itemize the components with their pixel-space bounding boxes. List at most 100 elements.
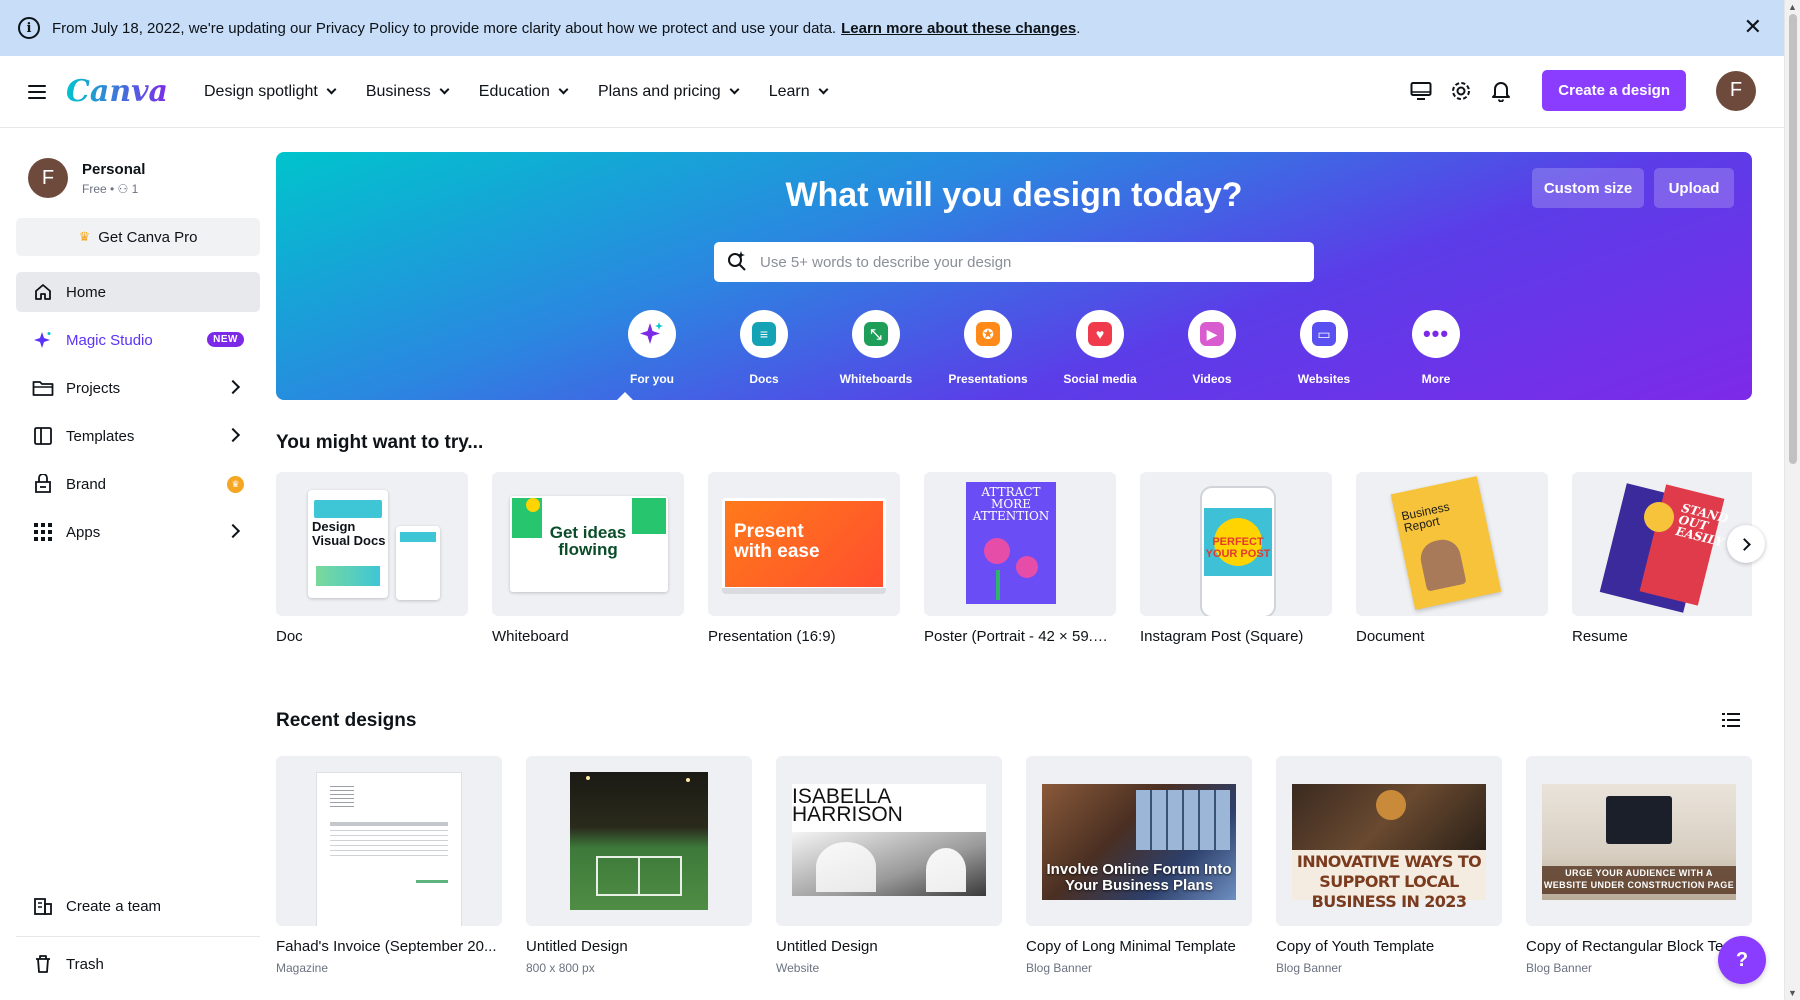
- recent-design-title: Untitled Design: [776, 938, 878, 955]
- try-card-resume[interactable]: STAND OUT EASILY Resume: [1572, 472, 1752, 645]
- create-design-button[interactable]: Create a design: [1542, 70, 1686, 111]
- trash-button[interactable]: Trash: [16, 944, 260, 984]
- menu-education[interactable]: Education: [479, 83, 569, 101]
- design-categories: For you ≡ Docs ⤡ Whiteboards ✪ Presentat…: [596, 310, 1492, 386]
- learn-more-link[interactable]: Learn more about these changes: [841, 20, 1076, 37]
- try-card-document[interactable]: Business Report Document: [1356, 472, 1548, 645]
- category-for-you[interactable]: For you: [596, 310, 708, 386]
- folder-icon: [32, 377, 54, 399]
- try-carousel: Design Visual Docs Doc Get ideas flowing…: [276, 472, 1752, 662]
- try-card-label: Doc: [276, 628, 303, 645]
- category-videos[interactable]: ▶ Videos: [1156, 310, 1268, 386]
- whiteboard-icon: ⤡: [864, 322, 888, 346]
- sidebar-item-label: Brand: [66, 475, 107, 493]
- notifications-bell-icon[interactable]: [1488, 78, 1514, 104]
- menu-learn[interactable]: Learn: [769, 83, 829, 101]
- category-presentations[interactable]: ✪ Presentations: [932, 310, 1044, 386]
- main-menu: Design spotlight Business Education Plan…: [204, 82, 829, 101]
- templates-icon: [32, 425, 54, 447]
- selected-category-indicator: [616, 392, 634, 401]
- team-building-icon: [32, 895, 54, 917]
- list-view-icon[interactable]: [1722, 712, 1740, 733]
- menu-label: Design spotlight: [204, 82, 318, 100]
- menu-icon[interactable]: [28, 84, 46, 99]
- help-button[interactable]: ?: [1718, 936, 1766, 984]
- try-card-doc[interactable]: Design Visual Docs Doc: [276, 472, 468, 645]
- scroll-up-icon[interactable]: ▲: [1788, 2, 1797, 12]
- upload-button[interactable]: Upload: [1654, 168, 1734, 208]
- chevron-down-icon: [729, 84, 740, 95]
- scroll-down-icon[interactable]: ▼: [1788, 988, 1797, 998]
- sidebar-item-magic-studio[interactable]: Magic Studio NEW: [16, 320, 260, 360]
- try-card-presentation[interactable]: Present with ease Presentation (16:9): [708, 472, 900, 645]
- vertical-scrollbar[interactable]: ▲ ▼: [1784, 0, 1800, 1000]
- magic-search-icon: [726, 249, 748, 276]
- menu-design-spotlight[interactable]: Design spotlight: [204, 82, 337, 101]
- recent-design-card[interactable]: INNOVATIVE WAYS TO SUPPORT LOCAL BUSINES…: [1276, 756, 1502, 975]
- category-more[interactable]: ••• More: [1380, 310, 1492, 386]
- category-label: For you: [630, 372, 674, 386]
- try-card-label: Document: [1356, 628, 1425, 645]
- sidebar-item-home[interactable]: Home: [16, 272, 260, 312]
- account-switcher[interactable]: F Personal Free • ⚇ 1: [28, 158, 145, 198]
- sidebar-item-projects[interactable]: Projects: [16, 368, 260, 408]
- chevron-right-icon: [1737, 537, 1751, 551]
- category-icon-bg: ⤡: [852, 310, 900, 358]
- presentation-thumbnail: Present with ease: [708, 472, 900, 616]
- top-navigation: Canva Design spotlight Business Educatio…: [0, 56, 1784, 128]
- recent-design-card[interactable]: Involve Online Forum Into Your Business …: [1026, 756, 1252, 975]
- crown-icon: ♛: [227, 476, 244, 493]
- category-whiteboards[interactable]: ⤡ Whiteboards: [820, 310, 932, 386]
- recent-design-card[interactable]: Untitled Design 800 x 800 px: [526, 756, 752, 975]
- recent-design-type: 800 x 800 px: [526, 961, 595, 975]
- close-icon[interactable]: ✕: [1744, 16, 1762, 38]
- hero-banner: What will you design today? Custom size …: [276, 152, 1752, 401]
- category-label: Videos: [1192, 372, 1232, 386]
- account-plan: Free • ⚇ 1: [82, 181, 139, 196]
- menu-label: Business: [365, 82, 431, 100]
- document-thumbnail: Business Report: [1356, 472, 1548, 616]
- recent-design-card[interactable]: Fahad's Invoice (September 20... Magazin…: [276, 756, 502, 975]
- recent-design-title: Copy of Long Minimal Template: [1026, 938, 1236, 955]
- custom-size-button[interactable]: Custom size: [1532, 168, 1644, 208]
- menu-plans-pricing[interactable]: Plans and pricing: [598, 83, 740, 101]
- category-icon-bg: [628, 310, 676, 358]
- sidebar-item-templates[interactable]: Templates: [16, 416, 260, 456]
- category-social-media[interactable]: ♥ Social media: [1044, 310, 1156, 386]
- create-team-button[interactable]: Create a team: [16, 886, 260, 926]
- recent-design-card[interactable]: URGE YOUR AUDIENCE WITH A WEBSITE UNDER …: [1526, 756, 1752, 975]
- get-canva-pro-button[interactable]: ♛ Get Canva Pro: [16, 218, 260, 256]
- desktop-app-icon[interactable]: [1408, 78, 1434, 104]
- try-card-whiteboard[interactable]: Get ideas flowing Whiteboard: [492, 472, 684, 645]
- category-websites[interactable]: ▭ Websites: [1268, 310, 1380, 386]
- menu-business[interactable]: Business: [365, 82, 450, 101]
- try-card-instagram[interactable]: PERFECT YOUR POST Instagram Post (Square…: [1140, 472, 1332, 645]
- presentation-icon: ✪: [976, 322, 1000, 346]
- category-icon-bg: ♥: [1076, 310, 1124, 358]
- canva-logo[interactable]: Canva: [66, 74, 168, 109]
- try-card-poster[interactable]: ATTRACT MORE ATTENTION Poster (Portrait …: [924, 472, 1116, 645]
- sidebar-item-apps[interactable]: Apps: [16, 512, 260, 552]
- nav-actions: Create a design F: [1408, 70, 1756, 111]
- sidebar-divider: [16, 936, 260, 937]
- design-search-input[interactable]: Use 5+ words to describe your design: [714, 242, 1314, 282]
- resume-thumbnail: STAND OUT EASILY: [1572, 472, 1752, 616]
- scrollbar-thumb[interactable]: [1789, 14, 1797, 464]
- invoice-thumbnail: [276, 756, 502, 926]
- recent-design-type: Blog Banner: [1026, 961, 1093, 975]
- recent-design-card[interactable]: ISABELLA HARRISON Untitled Design Websit…: [776, 756, 1002, 975]
- create-team-label: Create a team: [66, 897, 162, 915]
- info-icon: i: [18, 17, 40, 39]
- try-section-title: You might want to try...: [276, 432, 484, 453]
- settings-gear-icon[interactable]: [1448, 78, 1474, 104]
- brand-icon: [32, 473, 54, 495]
- magic-sparkle-icon: [32, 329, 54, 351]
- user-avatar[interactable]: F: [1716, 70, 1756, 111]
- category-docs[interactable]: ≡ Docs: [708, 310, 820, 386]
- category-icon-bg: ▶: [1188, 310, 1236, 358]
- carousel-next-button[interactable]: [1727, 525, 1765, 563]
- doc-thumbnail: Design Visual Docs: [276, 472, 468, 616]
- sidebar-item-label: Templates: [66, 427, 135, 445]
- home-icon: [32, 281, 54, 303]
- sidebar-item-brand[interactable]: Brand ♛: [16, 464, 260, 504]
